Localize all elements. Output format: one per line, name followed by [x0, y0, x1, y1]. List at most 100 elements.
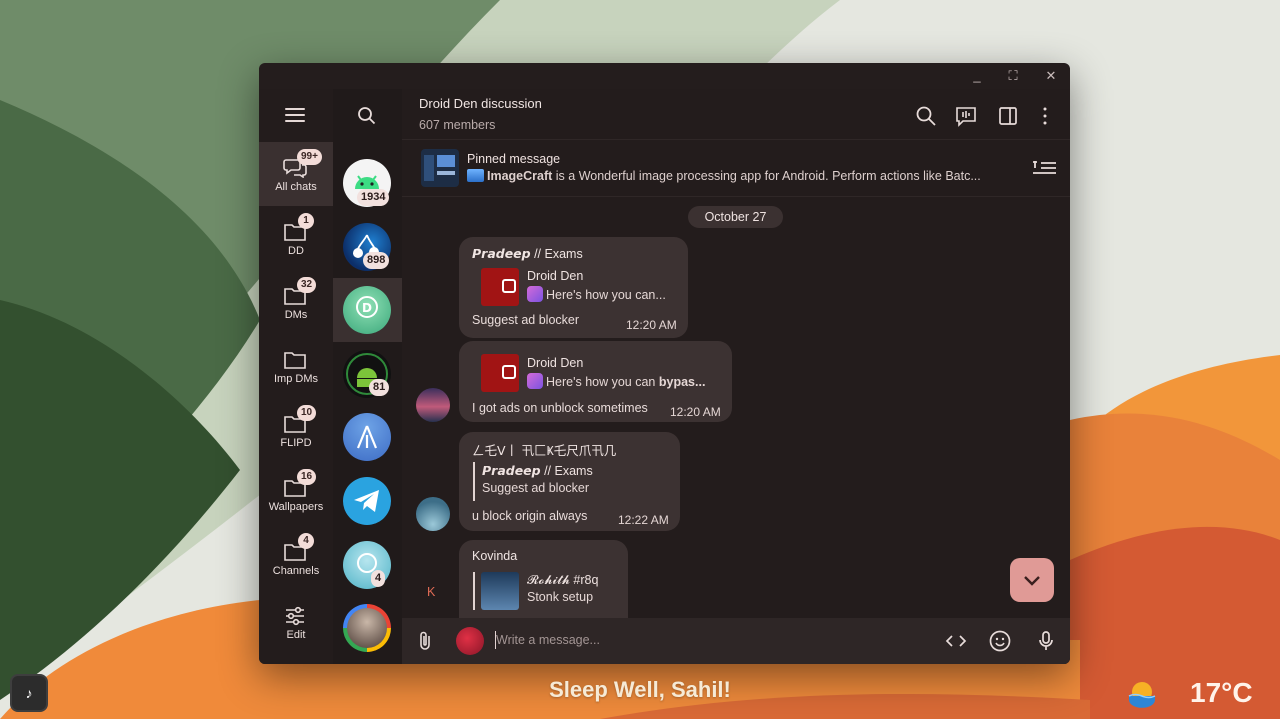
folder-badge: 99+ [297, 149, 322, 165]
temperature: 17°C [1190, 677, 1253, 708]
reply-name-styled: 𝓡𝓸𝓱𝓲𝓽𝓱 [527, 573, 570, 587]
reply-name: 𝓡𝓸𝓱𝓲𝓽𝓱 #r8q [527, 573, 598, 588]
more-options-icon[interactable] [1034, 105, 1056, 127]
folder-badge: 10 [297, 405, 317, 421]
reply-text-bold: bypas... [658, 375, 706, 389]
folder-label: All chats [275, 181, 317, 193]
reply-text: Here's how you can [546, 375, 659, 389]
user-avatar[interactable] [416, 497, 450, 531]
pinned-message-bar[interactable]: Pinned message ImageCraft is a Wonderful… [402, 139, 1070, 197]
emoji-icon[interactable] [988, 629, 1012, 653]
folder-label: Wallpapers [268, 501, 324, 513]
reply-name: Droid Den [527, 269, 584, 283]
droid-den-logo-icon: D [356, 296, 378, 318]
pinned-app-name: ImageCraft [487, 169, 553, 183]
quote-text: Suggest ad blocker [482, 481, 590, 495]
folder-badge: 32 [297, 277, 317, 293]
folder-dd[interactable]: 1 DD [259, 206, 333, 270]
user-avatar[interactable] [416, 388, 450, 422]
message-sender: Kovinda [472, 549, 518, 563]
folder-dms[interactable]: 32 DMs [259, 270, 333, 334]
pinned-description: is a Wonderful image processing app for … [552, 169, 981, 183]
telegram-plane-icon [354, 490, 379, 512]
image-icon [467, 169, 484, 182]
folder-imp-dms[interactable]: Imp DMs [259, 334, 333, 398]
reply-text-row: Here's how you can... [527, 286, 666, 302]
folder-badge: 4 [298, 533, 314, 549]
menu-icon[interactable] [285, 108, 305, 122]
search-icon[interactable] [915, 105, 937, 127]
reply-name-tag: #r8q [569, 573, 599, 587]
folder-label: DMs [284, 309, 308, 321]
microphone-icon[interactable] [1034, 629, 1058, 653]
message-time: 12:20 AM [626, 318, 677, 332]
chat-pane: Droid Den discussion 607 members Pinned … [402, 89, 1070, 664]
title-bar: _ ⛶ ✕ [259, 63, 1070, 89]
code-icon[interactable] [944, 629, 968, 653]
message-text: u block origin always [472, 509, 588, 523]
folder-sidebar: 99+ All chats 1 DD 32 DMs Imp DMs 10 FLI… [259, 89, 333, 664]
unread-badge: 898 [363, 252, 390, 269]
close-button[interactable]: ✕ [1042, 67, 1060, 85]
attach-icon[interactable] [413, 629, 437, 653]
pinned-text: ImageCraft is a Wonderful image processi… [467, 169, 1007, 183]
message-bubble[interactable]: 𝙋𝙧𝙖𝙙𝙚𝙚𝙥 // Exams Droid Den Here's how yo… [459, 237, 688, 338]
folder-all-chats[interactable]: 99+ All chats [259, 142, 333, 206]
pinned-list-icon[interactable] [1031, 159, 1057, 177]
folder-label: FLIPD [280, 437, 312, 449]
quote-bar [473, 572, 475, 610]
folder-flipd[interactable]: 10 FLIPD [259, 398, 333, 462]
reply-text-row: Here's how you can bypas... [527, 373, 705, 389]
chat-avatar-telegram[interactable] [343, 477, 391, 525]
user-avatar-initial[interactable]: K [427, 585, 435, 599]
message-bubble[interactable]: Droid Den Here's how you can bypas... I … [459, 341, 732, 422]
message-time: 12:20 AM [670, 405, 721, 419]
person-photo [347, 608, 387, 648]
chat-avatar[interactable] [343, 413, 391, 461]
folder-channels[interactable]: 4 Channels [259, 526, 333, 590]
quote-name: 𝙋𝙧𝙖𝙙𝙚𝙚𝙥 // Exams [482, 464, 593, 478]
reply-thumbnail [481, 268, 519, 306]
folder-label: DD [288, 245, 304, 257]
folder-wallpapers[interactable]: 16 Wallpapers [259, 462, 333, 526]
folder-label: Channels [272, 565, 320, 577]
reply-name: Droid Den [527, 356, 584, 370]
reply-text: Here's how you can... [546, 288, 666, 302]
chat-avatar-droid-den[interactable]: D [343, 286, 391, 334]
reply-text: Stonk setup [527, 590, 594, 604]
message-input[interactable]: Write a message... [496, 633, 600, 647]
pinned-title: Pinned message [467, 152, 561, 166]
sidebar-toggle-icon[interactable] [997, 105, 1019, 127]
scroll-to-bottom-button[interactable] [1010, 558, 1054, 602]
app-icon [527, 286, 543, 302]
folder-icon [284, 352, 306, 369]
reply-thumbnail [481, 354, 519, 392]
sender-avatar[interactable] [456, 627, 484, 655]
folder-label: Imp DMs [274, 373, 318, 385]
search-icon[interactable] [357, 106, 377, 126]
folder-badge: 16 [297, 469, 317, 485]
sun-sea-icon [1128, 682, 1156, 708]
chevron-down-icon [1024, 576, 1040, 586]
greeting-text: Sleep Well, Sahil! [549, 677, 731, 702]
svg-text:D: D [362, 301, 372, 315]
message-sender: ㄥ乇ᐯ丨 卂匚Ҝ乇尺爪卂几 [472, 444, 617, 458]
chat-avatar[interactable] [343, 604, 391, 652]
settings-sliders-icon [286, 606, 304, 626]
chat-title[interactable]: Droid Den discussion [419, 96, 542, 111]
quote-bar [473, 462, 475, 501]
reply-thumbnail [481, 572, 519, 610]
folder-edit[interactable]: Edit [259, 590, 333, 654]
unread-badge: 81 [369, 379, 390, 396]
telegram-window: _ ⛶ ✕ 99+ All chats 1 DD 32 DMs Imp DMs … [259, 63, 1070, 664]
voice-chat-icon[interactable] [955, 105, 977, 127]
message-bubble[interactable]: ㄥ乇ᐯ丨 卂匚Ҝ乇尺爪卂几 𝙋𝙧𝙖𝙙𝙚𝙚𝙥 // Exams Suggest a… [459, 432, 680, 531]
maximize-button[interactable]: ⛶ [1004, 67, 1022, 85]
message-text: Suggest ad blocker [472, 313, 580, 327]
message-text: I got ads on unblock sometimes [472, 401, 648, 415]
app-icon [527, 373, 543, 389]
message-time: 12:22 AM [618, 513, 669, 527]
pinned-thumbnail [421, 149, 459, 187]
message-composer: Write a message... [402, 618, 1070, 664]
minimize-button[interactable]: _ [968, 67, 986, 85]
